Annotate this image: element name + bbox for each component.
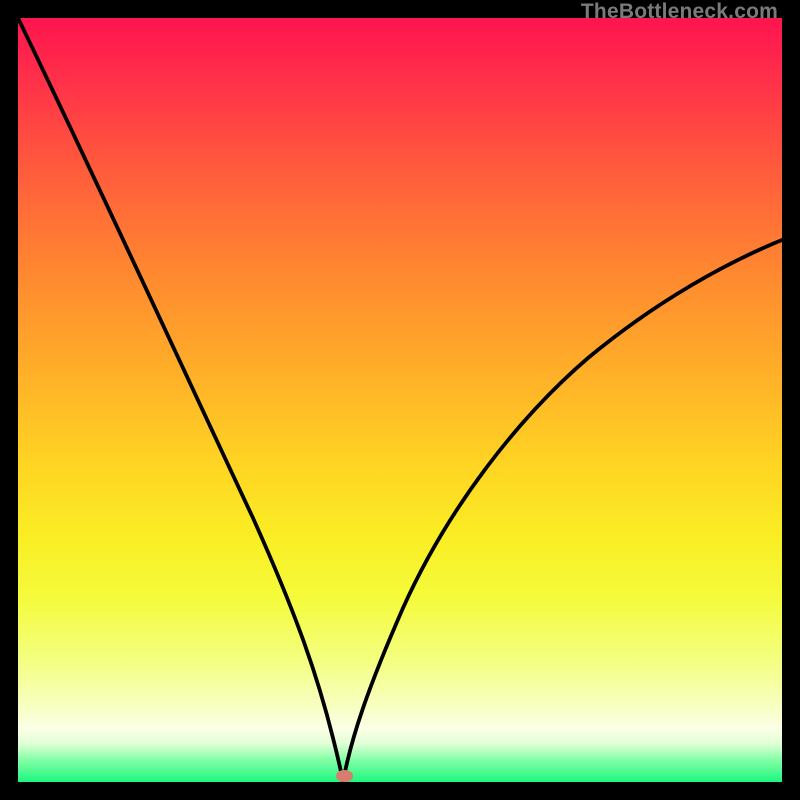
left-curve: [18, 18, 343, 782]
curve-svg: [18, 18, 782, 782]
watermark-text: TheBottleneck.com: [581, 0, 778, 24]
minimum-marker: [336, 770, 353, 782]
right-curve: [343, 240, 782, 782]
chart-container: TheBottleneck.com: [0, 0, 800, 800]
plot-area: [18, 18, 782, 782]
